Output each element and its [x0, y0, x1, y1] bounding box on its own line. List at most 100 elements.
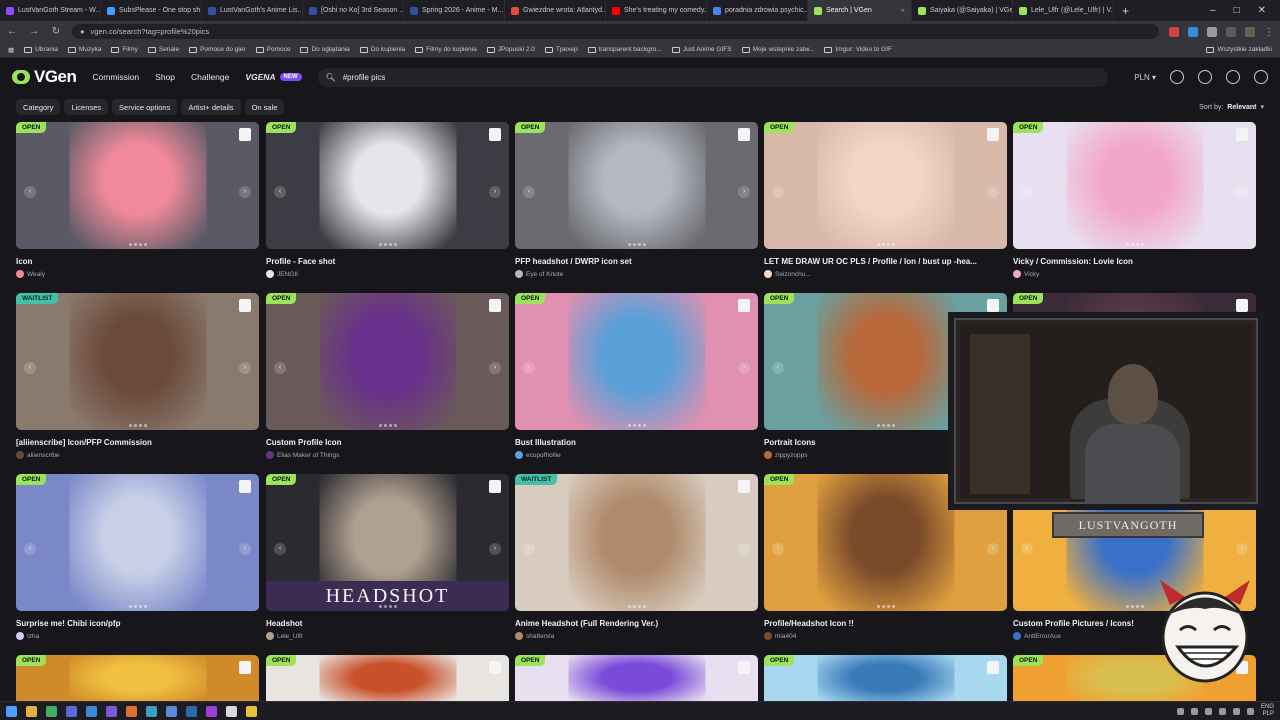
- card-artist[interactable]: ecupofhollie: [515, 451, 758, 459]
- next-image-arrow-icon[interactable]: ›: [1236, 542, 1248, 555]
- card-artist[interactable]: aliienscribe: [16, 451, 259, 459]
- commission-card[interactable]: WAITLIST ‹ › Anime Headshot (Full Rendering…: [515, 474, 758, 640]
- browser-tab[interactable]: Spring 2026 - Anime - M...×: [404, 0, 505, 21]
- card-title[interactable]: Surprise me! Chibi icon/pfp: [16, 619, 259, 628]
- bookmark-icon[interactable]: [489, 128, 501, 141]
- card-artist[interactable]: Wealy: [16, 270, 259, 278]
- bookmark-item[interactable]: Do oglądania: [300, 46, 350, 53]
- card-artist[interactable]: Elias Maker of Things: [266, 451, 509, 459]
- filter-on-sale[interactable]: On sale: [244, 99, 285, 115]
- extension-icon[interactable]: [1169, 26, 1179, 37]
- search-bar[interactable]: 🔍︎: [317, 67, 1108, 87]
- bookmark-item[interactable]: Filmy: [111, 46, 138, 53]
- nav-shop[interactable]: Shop: [155, 72, 175, 82]
- card-title[interactable]: Bust Illustration: [515, 438, 758, 447]
- next-image-arrow-icon[interactable]: ›: [738, 361, 750, 374]
- bookmark-icon[interactable]: [738, 661, 750, 674]
- card-artist[interactable]: JENGII: [266, 270, 509, 278]
- user-menu-icon[interactable]: [1254, 70, 1268, 84]
- close-icon[interactable]: ×: [900, 6, 905, 15]
- notifications-icon[interactable]: [1226, 70, 1240, 84]
- tray-icon[interactable]: [1190, 707, 1198, 715]
- all-bookmarks[interactable]: Wszystkie zakładki: [1206, 46, 1272, 53]
- vgen-logo[interactable]: VGen: [12, 67, 77, 87]
- filter-category[interactable]: Category: [16, 99, 61, 115]
- bookmark-item[interactable]: Muzyka: [67, 46, 101, 53]
- card-title[interactable]: Profile/Headshot Icon !!: [764, 619, 1007, 628]
- prev-image-arrow-icon[interactable]: ‹: [274, 542, 286, 555]
- bookmark-icon[interactable]: [489, 480, 501, 493]
- commission-card[interactable]: OPEN: [266, 655, 509, 705]
- card-thumbnail[interactable]: OPEN: [515, 655, 758, 705]
- card-artist[interactable]: Eye of Knute: [515, 270, 758, 278]
- next-image-arrow-icon[interactable]: ›: [738, 185, 750, 198]
- browser-tab[interactable]: LustVanGoth's Anime Lis...×: [202, 0, 303, 21]
- filter-service-options[interactable]: Service options: [112, 99, 178, 115]
- card-thumbnail[interactable]: OPEN ‹ ›: [1013, 122, 1256, 249]
- browser-tab[interactable]: LustVanGoth Stream - W...×: [0, 0, 101, 21]
- bookmark-item[interactable]: Imgur: Video to GIF: [824, 46, 892, 53]
- next-image-arrow-icon[interactable]: ›: [239, 542, 251, 555]
- card-artist[interactable]: Izha: [16, 632, 259, 640]
- prev-image-arrow-icon[interactable]: ‹: [523, 361, 535, 374]
- taskbar-app-icon[interactable]: [206, 705, 217, 717]
- prev-image-arrow-icon[interactable]: ‹: [24, 361, 36, 374]
- url-field[interactable]: ● vgen.co/search?tag=profile%20pics: [72, 24, 1159, 39]
- bookmark-icon[interactable]: [1236, 299, 1248, 312]
- extensions-puzzle-icon[interactable]: [1207, 26, 1217, 37]
- filter-licenses[interactable]: Licenses: [64, 99, 109, 115]
- commission-card[interactable]: WAITLIST ‹ › [aliienscribe] Icon/PFP Commis…: [16, 293, 259, 459]
- bookmark-item[interactable]: Moje wstepnie zatw...: [741, 46, 814, 53]
- next-image-arrow-icon[interactable]: ›: [239, 185, 251, 198]
- browser-tab[interactable]: Gwiezdne wrota: Atlantyd...×: [505, 0, 606, 21]
- browser-tab[interactable]: poradnia zdrowia psychic...×: [707, 0, 808, 21]
- prev-image-arrow-icon[interactable]: ‹: [1021, 185, 1033, 198]
- taskbar-app-icon[interactable]: [246, 705, 257, 717]
- browser-tab[interactable]: Saiyaka (@Saiyaka) | VGen×: [912, 0, 1013, 21]
- prev-image-arrow-icon[interactable]: ‹: [274, 361, 286, 374]
- taskbar-app-icon[interactable]: [126, 705, 137, 717]
- commission-card[interactable]: OPEN: [16, 655, 259, 705]
- taskbar-app-icon[interactable]: [46, 705, 57, 717]
- prev-image-arrow-icon[interactable]: ‹: [1021, 542, 1033, 555]
- forward-icon[interactable]: →: [28, 26, 40, 37]
- commission-card[interactable]: OPEN: [764, 655, 1007, 705]
- next-image-arrow-icon[interactable]: ›: [489, 185, 501, 198]
- nav-challenge[interactable]: Challenge: [191, 72, 229, 82]
- commission-card[interactable]: OPEN ‹ › PFP headshot / DWRP icon set Eye of…: [515, 122, 758, 278]
- reload-icon[interactable]: ↻: [50, 26, 62, 37]
- card-thumbnail[interactable]: WAITLIST ‹ ›: [16, 293, 259, 430]
- prev-image-arrow-icon[interactable]: ‹: [772, 185, 784, 198]
- maximize-icon[interactable]: □: [1234, 5, 1240, 16]
- browser-tab[interactable]: Lele_Ulfr (@Lele_Ulfr) | V...×: [1013, 0, 1114, 21]
- bookmark-icon[interactable]: [987, 661, 999, 674]
- card-artist[interactable]: mia404: [764, 632, 1007, 640]
- bookmark-icon[interactable]: [987, 128, 999, 141]
- browser-tab[interactable]: SubsPlease - One stop sh...×: [101, 0, 202, 21]
- taskbar-app-icon[interactable]: [226, 705, 237, 717]
- filter-artist-details[interactable]: Artist+ details: [181, 99, 241, 115]
- card-thumbnail[interactable]: OPEN ‹ ›: [266, 122, 509, 249]
- nav-vgena[interactable]: VGENA NEW: [245, 72, 302, 82]
- bookmark-item[interactable]: Pomoce do gier: [189, 46, 246, 53]
- next-image-arrow-icon[interactable]: ›: [1236, 185, 1248, 198]
- bookmark-icon[interactable]: [239, 480, 251, 493]
- bookmark-icon[interactable]: [987, 299, 999, 312]
- card-artist[interactable]: Seizonchu...: [764, 270, 1007, 278]
- bookmark-icon[interactable]: [239, 661, 251, 674]
- language-indicator[interactable]: ENG PLP: [1261, 704, 1274, 718]
- card-thumbnail[interactable]: OPEN ‹ ›: [16, 474, 259, 611]
- browser-tab[interactable]: Search | VGen ×: [808, 0, 912, 21]
- card-title[interactable]: Anime Headshot (Full Rendering Ver.): [515, 619, 758, 628]
- prev-image-arrow-icon[interactable]: ‹: [523, 542, 535, 555]
- next-image-arrow-icon[interactable]: ›: [489, 542, 501, 555]
- taskbar-app-icon[interactable]: [166, 705, 177, 717]
- sidepanel-icon[interactable]: [1226, 26, 1236, 37]
- wifi-icon[interactable]: [1232, 707, 1240, 715]
- apps-grid-icon[interactable]: ▦: [8, 46, 14, 54]
- messages-icon[interactable]: [1198, 70, 1212, 84]
- commission-card[interactable]: OPEN ‹ › Profile - Face shot JENGII: [266, 122, 509, 278]
- commission-card[interactable]: OPEN ‹ › Surprise me! Chibi icon/pfp Izha: [16, 474, 259, 640]
- bookmark-icon[interactable]: [738, 128, 750, 141]
- bookmark-item[interactable]: Pomoce: [255, 46, 290, 53]
